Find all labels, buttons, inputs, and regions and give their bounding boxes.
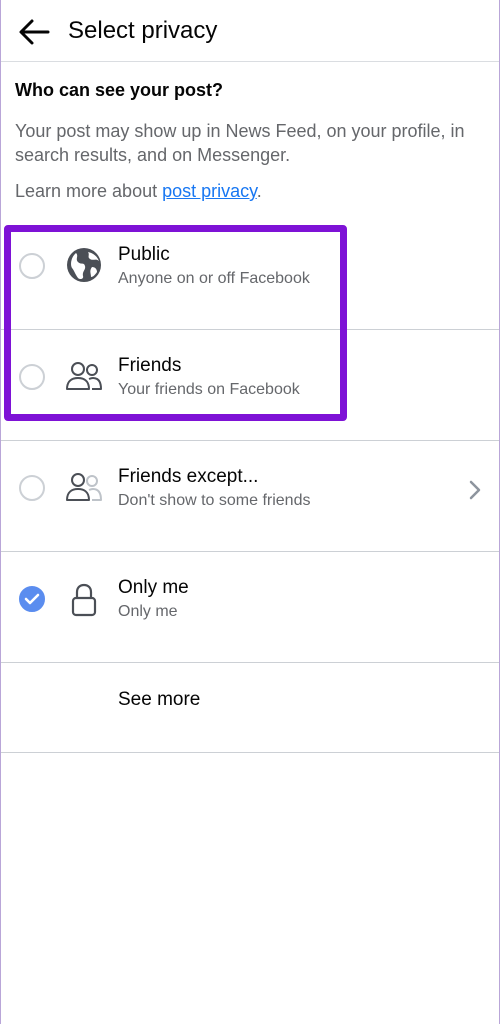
back-button[interactable] xyxy=(17,16,51,48)
learn-more-text: Learn more about post privacy. xyxy=(15,181,262,202)
section-description: Your post may show up in News Feed, on y… xyxy=(15,121,465,165)
option-subtitle: Only me xyxy=(118,603,178,620)
lock-icon xyxy=(64,580,104,620)
radio-only-me[interactable] xyxy=(19,586,45,612)
option-title: Friends except... xyxy=(118,466,259,487)
divider xyxy=(1,752,499,753)
friends-except-icon xyxy=(64,467,104,507)
learn-more-suffix: . xyxy=(256,181,262,201)
chevron-right-icon xyxy=(465,477,485,503)
option-only-me[interactable]: Only me Only me xyxy=(1,552,499,663)
option-title: Friends xyxy=(118,355,182,376)
section-heading: Who can see your post? xyxy=(15,80,224,100)
friends-icon xyxy=(64,356,104,396)
arrow-left-icon xyxy=(19,19,50,45)
radio-friends[interactable] xyxy=(19,364,45,390)
option-subtitle: Don't show to some friends xyxy=(118,492,311,509)
radio-public[interactable] xyxy=(19,253,45,279)
see-more-button[interactable]: See more xyxy=(118,689,200,711)
app-header: Select privacy xyxy=(1,0,499,62)
globe-icon xyxy=(64,245,104,285)
post-privacy-link[interactable]: post privacy xyxy=(162,181,257,201)
option-title: Only me xyxy=(118,577,189,598)
option-public[interactable]: Public Anyone on or off Facebook xyxy=(1,219,499,330)
option-friends[interactable]: Friends Your friends on Facebook xyxy=(1,330,499,441)
option-title: Public xyxy=(118,244,170,265)
page-title: Select privacy xyxy=(68,17,218,44)
learn-more-prefix: Learn more about xyxy=(15,181,163,201)
option-friends-except[interactable]: Friends except... Don't show to some fri… xyxy=(1,441,499,552)
option-subtitle: Anyone on or off Facebook xyxy=(118,270,310,287)
checkmark-icon xyxy=(24,593,40,605)
radio-friends-except[interactable] xyxy=(19,475,45,501)
option-subtitle: Your friends on Facebook xyxy=(118,381,300,398)
divider xyxy=(1,662,499,663)
